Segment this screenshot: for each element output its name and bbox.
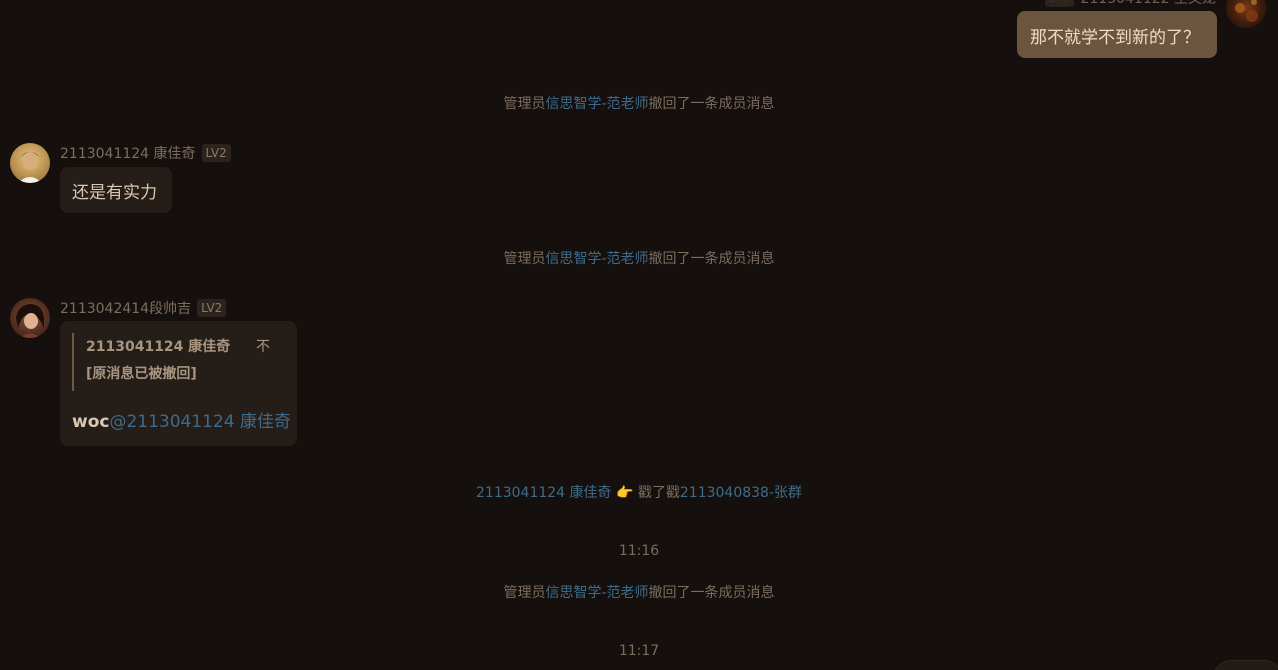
duan-text-prefix: woc — [72, 412, 110, 432]
quoted-reply[interactable]: 2113041124 康佳奇 不 [原消息已被撤回] — [72, 333, 286, 391]
self-avatar[interactable] — [1226, 0, 1266, 28]
kang-avatar-image — [18, 152, 42, 183]
kang-sender: 2113041124 康佳奇 LV2 — [60, 143, 231, 163]
self-message-text: 那不就学不到新的了？ — [1030, 28, 1200, 48]
duan-level-badge: LV2 — [197, 299, 227, 317]
mention-link[interactable]: @2113041124 康佳奇 — [109, 412, 291, 432]
poke-from-link[interactable]: 2113041124 康佳奇 — [476, 485, 612, 501]
recall-notice: 管理员信思智学-范老师撤回了一条成员消息 — [0, 582, 1278, 602]
quote-recalled-text: [原消息已被撤回] — [86, 366, 197, 382]
scroll-to-bottom-button[interactable] — [1212, 660, 1278, 670]
quote-sender-name: 2113041124 康佳奇 — [86, 339, 231, 355]
recall-suffix: 撤回了一条成员消息 — [648, 96, 775, 112]
duan-message-text: woc@2113041124 康佳奇 — [72, 407, 291, 432]
self-avatar-image — [1235, 0, 1258, 22]
self-level-badge: LV3 — [1045, 0, 1075, 7]
poke-hand-icon: 👉 — [615, 485, 634, 501]
kang-avatar[interactable] — [10, 143, 50, 183]
recall-notice: 管理员信思智学-范老师撤回了一条成员消息 — [0, 248, 1278, 268]
kang-message-bubble[interactable]: 还是有实力 — [60, 167, 172, 213]
duan-avatar-image — [16, 304, 44, 338]
poke-to-link[interactable]: 2113040838-张群 — [680, 485, 802, 501]
kang-sender-name[interactable]: 2113041124 康佳奇 — [60, 143, 196, 163]
duan-avatar[interactable] — [10, 298, 50, 338]
duan-sender: 2113042414段帅吉 LV2 — [60, 298, 227, 318]
timestamp: 11:16 — [618, 543, 660, 559]
admin-link[interactable]: 信思智学-范老师 — [545, 585, 648, 601]
recall-suffix: 撤回了一条成员消息 — [648, 585, 775, 601]
self-sender-label: 2113041122 王文龙 — [1080, 0, 1216, 8]
poke-notice: 2113041124 康佳奇 👉 戳了戳2113040838-张群 — [0, 482, 1278, 502]
poke-action-text: 戳了戳 — [633, 485, 680, 501]
duan-message-bubble[interactable]: 2113041124 康佳奇 不 [原消息已被撤回] woc@211304112… — [60, 321, 297, 446]
admin-link[interactable]: 信思智学-范老师 — [545, 251, 648, 267]
recall-prefix: 管理员 — [503, 585, 546, 601]
recall-prefix: 管理员 — [503, 251, 546, 267]
admin-link[interactable]: 信思智学-范老师 — [545, 96, 648, 112]
kang-level-badge: LV2 — [201, 144, 231, 162]
recall-prefix: 管理员 — [503, 96, 546, 112]
recall-notice: 管理员信思智学-范老师撤回了一条成员消息 — [0, 93, 1278, 113]
kang-message-text: 还是有实力 — [72, 183, 157, 203]
duan-sender-name[interactable]: 2113042414段帅吉 — [60, 298, 191, 318]
chat-message-list[interactable]: LV3 2113041122 王文龙 那不就学不到新的了？ 管理员信思智学-范老… — [0, 0, 1278, 670]
quote-extra-text: 不 — [256, 339, 270, 355]
timestamp: 11:17 — [618, 643, 660, 659]
recall-suffix: 撤回了一条成员消息 — [648, 251, 775, 267]
self-message-bubble[interactable]: 那不就学不到新的了？ — [1017, 11, 1217, 58]
self-sender-name: LV3 2113041122 王文龙 — [1045, 0, 1216, 8]
